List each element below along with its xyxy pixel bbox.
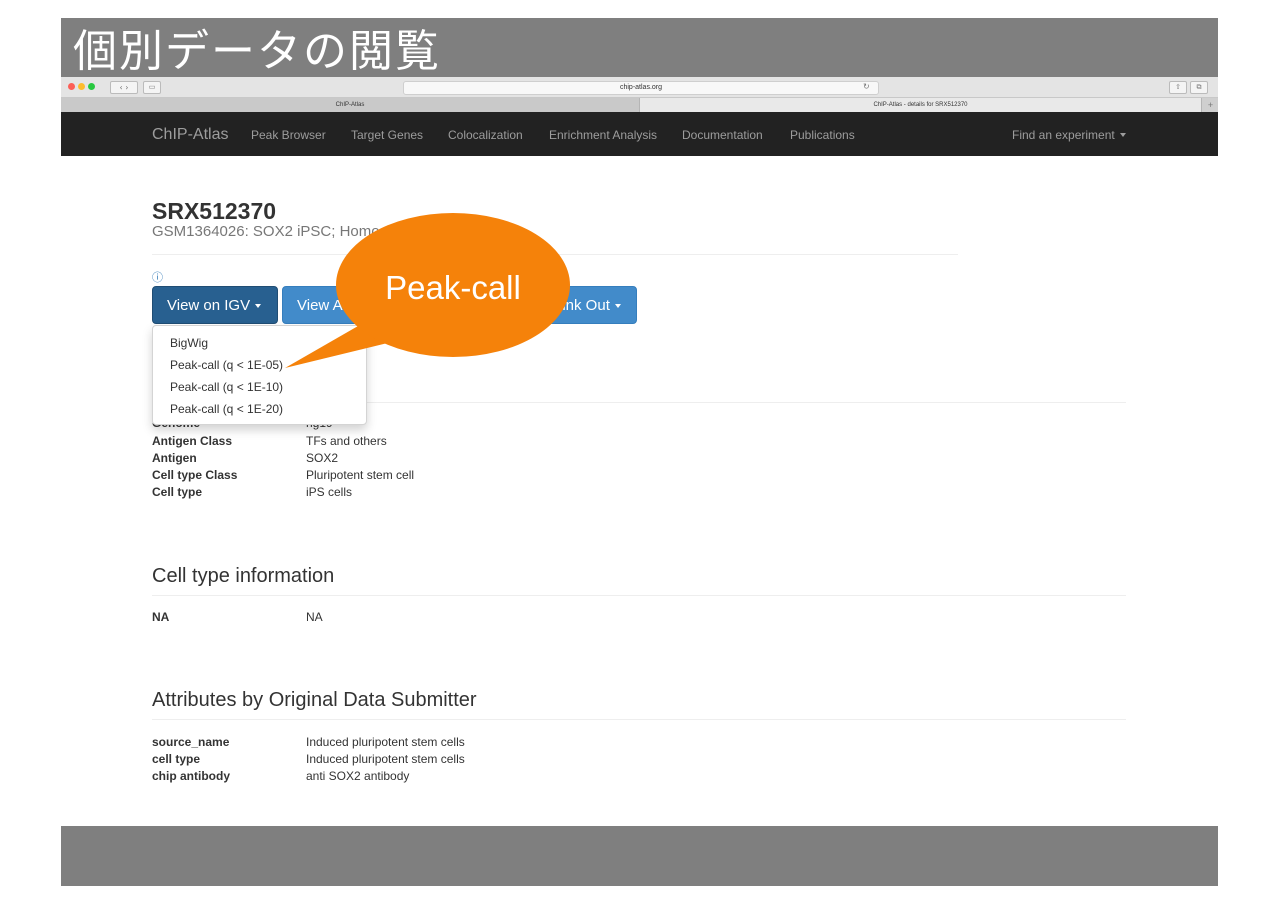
callout-label: Peak-call (385, 269, 521, 306)
callout-bubble (285, 213, 570, 368)
